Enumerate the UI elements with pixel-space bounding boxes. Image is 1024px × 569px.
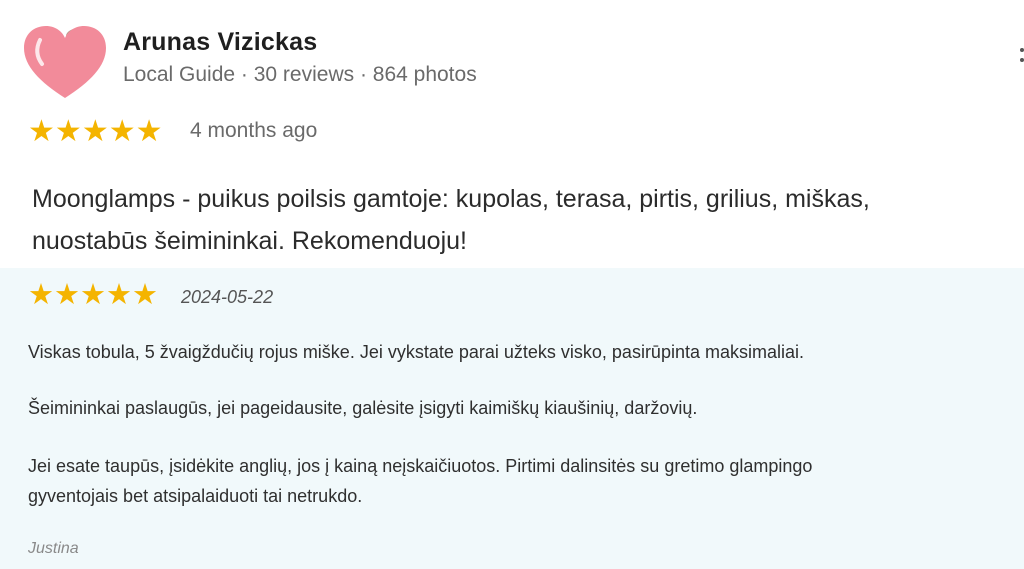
heart-avatar-icon xyxy=(24,26,106,98)
star-icon: ★ xyxy=(28,115,55,148)
testimonial-paragraph-line: gyventojais bet atsipalaiduoti tai netru… xyxy=(28,486,363,506)
google-review-card: Arunas Vizickas Local Guide · 30 reviews… xyxy=(0,0,1024,268)
testimonial-paragraph: Jei esate taupūs, įsidėkite anglių, jos … xyxy=(28,451,812,511)
star-icon: ★ xyxy=(108,115,136,148)
star-icon: ★ xyxy=(54,115,82,148)
testimonial-paragraph-line: Jei esate taupūs, įsidėkite anglių, jos … xyxy=(28,456,813,476)
star-icon: ★ xyxy=(132,279,158,311)
star-icon: ★ xyxy=(81,115,109,148)
review-text-line: Moonglamps - puikus poilsis gamtoje: kup… xyxy=(32,185,870,213)
avatar[interactable] xyxy=(20,22,110,102)
testimonial-paragraph: Šeimininkai paslaugūs, jei pageidausite,… xyxy=(28,398,698,418)
testimonial-date: 2024-05-22 xyxy=(181,287,274,307)
star-icon: ★ xyxy=(135,115,163,148)
more-vert-icon[interactable] xyxy=(1020,48,1024,68)
testimonial-paragraph: Viskas tobula, 5 žvaigždučių rojus miške… xyxy=(28,342,804,362)
star-icon: ★ xyxy=(106,279,132,311)
star-icon: ★ xyxy=(80,279,106,311)
review-text: Moonglamps - puikus poilsis gamtoje: kup… xyxy=(32,178,1022,262)
star-icon: ★ xyxy=(54,279,80,311)
review-text-line: nuostabūs šeimininkai. Rekomenduoju! xyxy=(32,227,467,255)
review-time: 4 months ago xyxy=(190,119,318,142)
reviewer-meta: Local Guide · 30 reviews · 864 photos xyxy=(123,63,477,86)
rating-stars: ★ ★ ★ ★ ★ xyxy=(28,117,163,147)
reviewer-name[interactable]: Arunas Vizickas xyxy=(123,28,317,57)
testimonial-stars: ★ ★ ★ ★ ★ xyxy=(28,281,158,310)
testimonial-author: Justina xyxy=(28,540,79,557)
testimonial-panel: ★ ★ ★ ★ ★ 2024-05-22 Viskas tobula, 5 žv… xyxy=(0,268,1024,569)
star-icon: ★ xyxy=(28,279,54,311)
